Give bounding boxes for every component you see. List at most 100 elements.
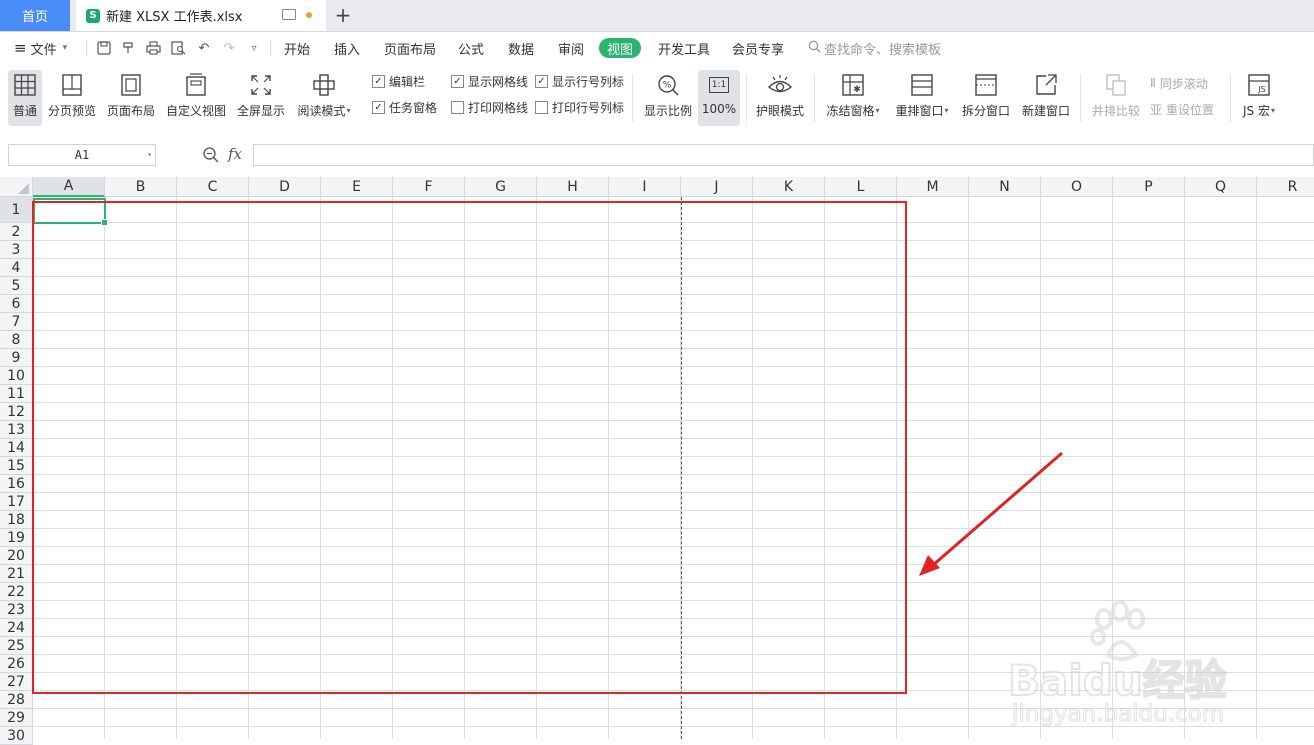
row-header-15[interactable]: 15 [0, 457, 33, 475]
row-header-30[interactable]: 30 [0, 727, 33, 745]
menu-developer-tools[interactable]: 开发工具 [658, 32, 710, 64]
menu-page-layout[interactable]: 页面布局 [384, 32, 436, 64]
zoom-ratio-button[interactable]: % 显示比例 [642, 70, 694, 126]
command-search[interactable]: 查找命令、搜索模板 [808, 32, 941, 64]
row-header-24[interactable]: 24 [0, 619, 33, 637]
side-by-side-button[interactable]: 并排比较 [1088, 70, 1144, 126]
row-header-12[interactable]: 12 [0, 403, 33, 421]
quick-access-more-icon[interactable]: ▿ [246, 40, 262, 56]
formula-bar-checkbox[interactable]: ✓ 编辑栏 [372, 72, 425, 90]
chevron-down-icon[interactable]: ▾ [147, 150, 152, 159]
print-icon[interactable] [145, 40, 161, 56]
column-header-a[interactable]: A [33, 177, 105, 197]
row-header-21[interactable]: 21 [0, 565, 33, 583]
row-header-7[interactable]: 7 [0, 313, 33, 331]
formula-input[interactable] [253, 144, 1314, 166]
menu-view[interactable]: 视图 [599, 38, 642, 58]
row-header-5[interactable]: 5 [0, 277, 33, 295]
row-header-11[interactable]: 11 [0, 385, 33, 403]
row-header-6[interactable]: 6 [0, 295, 33, 313]
custom-view-button[interactable]: 自定义视图 [164, 70, 228, 126]
zoom-100-button[interactable]: 1:1 100% [698, 70, 740, 126]
task-pane-checkbox[interactable]: ✓ 任务窗格 [372, 98, 437, 116]
row-header-19[interactable]: 19 [0, 529, 33, 547]
column-header-i[interactable]: I [609, 177, 681, 197]
show-headings-checkbox[interactable]: ✓ 显示行号列标 [535, 72, 624, 90]
column-header-e[interactable]: E [321, 177, 393, 197]
column-header-p[interactable]: P [1113, 177, 1185, 197]
sync-scroll-button[interactable]: Ⅱ 同步滚动 [1150, 74, 1208, 92]
print-preview-icon[interactable] [170, 40, 186, 56]
column-header-o[interactable]: O [1041, 177, 1113, 197]
row-header-2[interactable]: 2 [0, 223, 33, 241]
zoom-icon[interactable] [202, 146, 220, 164]
column-header-j[interactable]: J [681, 177, 753, 197]
reset-position-button[interactable]: 亚 重设位置 [1150, 100, 1214, 118]
tab-home[interactable]: 首页 [0, 0, 70, 31]
row-header-17[interactable]: 17 [0, 493, 33, 511]
print-headings-checkbox[interactable]: 打印行号列标 [535, 98, 624, 116]
insert-function-button[interactable]: fx [228, 145, 242, 163]
row-header-26[interactable]: 26 [0, 655, 33, 673]
row-header-25[interactable]: 25 [0, 637, 33, 655]
show-gridlines-checkbox[interactable]: ✓ 显示网格线 [451, 72, 528, 90]
device-icon[interactable] [282, 9, 296, 20]
page-layout-view-button[interactable]: 页面布局 [104, 70, 158, 126]
menu-home[interactable]: 开始 [284, 32, 310, 64]
row-header-20[interactable]: 20 [0, 547, 33, 565]
js-macro-button[interactable]: JS JS 宏 ▾ [1236, 70, 1282, 126]
column-header-l[interactable]: L [825, 177, 897, 197]
menu-formula[interactable]: 公式 [458, 32, 484, 64]
column-header-q[interactable]: Q [1185, 177, 1257, 197]
menu-data[interactable]: 数据 [508, 32, 534, 64]
menu-review[interactable]: 审阅 [558, 32, 584, 64]
row-header-29[interactable]: 29 [0, 709, 33, 727]
row-header-27[interactable]: 27 [0, 673, 33, 691]
row-header-28[interactable]: 28 [0, 691, 33, 709]
column-header-h[interactable]: H [537, 177, 609, 197]
fullscreen-button[interactable]: 全屏显示 [234, 70, 288, 126]
freeze-panes-button[interactable]: ✱ 冻结窗格 ▾ [822, 70, 884, 126]
format-painter-icon[interactable] [120, 40, 136, 56]
row-header-1[interactable]: 1 [0, 197, 33, 223]
normal-view-button[interactable]: 普通 [8, 70, 42, 126]
print-gridlines-checkbox[interactable]: 打印网格线 [451, 98, 528, 116]
row-header-9[interactable]: 9 [0, 349, 33, 367]
redo-icon[interactable]: ↷ [221, 40, 237, 56]
row-header-13[interactable]: 13 [0, 421, 33, 439]
column-header-m[interactable]: M [897, 177, 969, 197]
column-header-g[interactable]: G [465, 177, 537, 197]
row-header-23[interactable]: 23 [0, 601, 33, 619]
eye-protection-button[interactable]: 护眼模式 [754, 70, 806, 126]
spreadsheet-grid[interactable]: ABCDEFGHIJKLMNOPQR 1 2 3 4 5 6 7 8 9 10 11 12 13 14 15… [0, 177, 1314, 745]
column-header-k[interactable]: K [753, 177, 825, 197]
row-header-4[interactable]: 4 [0, 259, 33, 277]
select-all-button[interactable] [0, 177, 33, 197]
row-header-14[interactable]: 14 [0, 439, 33, 457]
column-header-c[interactable]: C [177, 177, 249, 197]
row-header-22[interactable]: 22 [0, 583, 33, 601]
undo-icon[interactable]: ↶ [196, 40, 212, 56]
reading-mode-button[interactable]: 阅读模式 ▾ [294, 70, 354, 126]
arrange-windows-button[interactable]: 重排窗口 ▾ [890, 70, 954, 126]
column-header-r[interactable]: R [1257, 177, 1314, 197]
menu-member[interactable]: 会员专享 [732, 32, 784, 64]
name-box[interactable]: A1 ▾ [8, 144, 156, 166]
row-header-16[interactable]: 16 [0, 475, 33, 493]
tab-workbook[interactable]: S 新建 XLSX 工作表.xlsx [76, 0, 326, 31]
new-tab-button[interactable]: + [332, 3, 354, 27]
row-header-8[interactable]: 8 [0, 331, 33, 349]
new-window-button[interactable]: 新建窗口 [1018, 70, 1074, 126]
row-header-18[interactable]: 18 [0, 511, 33, 529]
file-menu-button[interactable]: ≡ 文件 ▾ [14, 32, 67, 64]
save-icon[interactable] [96, 40, 112, 56]
column-header-n[interactable]: N [969, 177, 1041, 197]
menu-insert[interactable]: 插入 [334, 32, 360, 64]
column-header-d[interactable]: D [249, 177, 321, 197]
column-header-b[interactable]: B [105, 177, 177, 197]
row-header-10[interactable]: 10 [0, 367, 33, 385]
row-header-3[interactable]: 3 [0, 241, 33, 259]
page-break-preview-button[interactable]: 分页预览 [46, 70, 98, 126]
column-header-f[interactable]: F [393, 177, 465, 197]
split-window-button[interactable]: 拆分窗口 [960, 70, 1012, 126]
